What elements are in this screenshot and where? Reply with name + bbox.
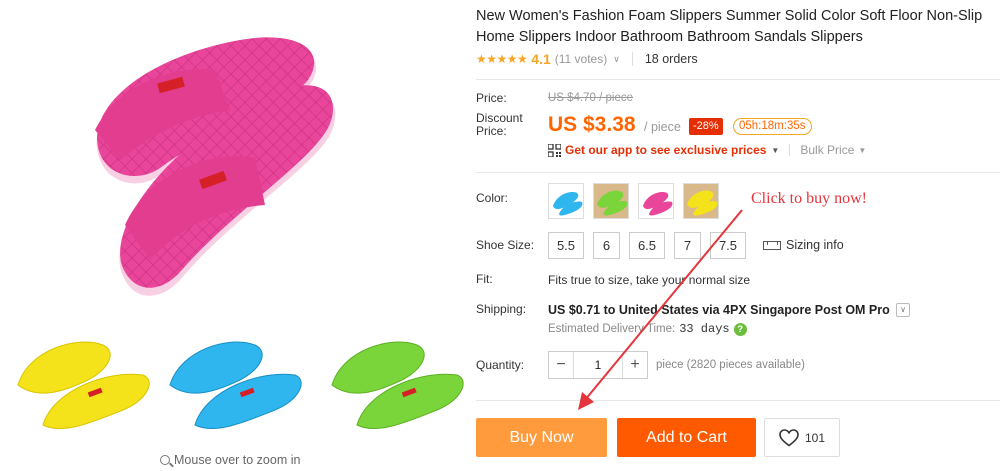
shoe-size-label: Shoe Size:	[476, 238, 535, 252]
sizing-info-link[interactable]: Sizing info	[763, 238, 844, 252]
fit-text: Fits true to size, take your normal size	[548, 273, 751, 287]
divider	[789, 144, 791, 156]
chevron-down-icon[interactable]: ∨	[896, 303, 910, 317]
main-product-image[interactable]	[40, 10, 340, 300]
caret-down-icon[interactable]: ▼	[858, 146, 866, 155]
product-info: New Women's Fashion Foam Slippers Summer…	[463, 0, 1000, 471]
add-to-cart-button[interactable]: Add to Cart	[617, 418, 756, 457]
bulk-price-link[interactable]: Bulk Price	[800, 143, 854, 157]
color-swatch-image	[594, 184, 628, 218]
pieces-available: piece (2820 pieces available)	[656, 359, 805, 371]
color-swatch-image	[684, 184, 718, 218]
divider	[476, 79, 1000, 80]
votes-link[interactable]: (11 votes)	[555, 52, 607, 66]
rating-row: ★★★★★ 4.1 (11 votes) ∨ 18 orders	[476, 50, 698, 68]
quantity-decrease-button[interactable]: −	[549, 352, 573, 378]
original-price: US $4.70 / piece	[548, 92, 634, 104]
sale-price: US $3.38	[548, 113, 636, 136]
price-label: Price:	[476, 91, 507, 105]
rating-value: 4.1	[531, 51, 551, 67]
countdown-timer: 05h:18m:35s	[733, 118, 812, 135]
color-option-green[interactable]	[593, 183, 629, 219]
quantity-label: Quantity:	[476, 358, 525, 372]
wishlist-count: 101	[804, 430, 826, 445]
rating-stars-icon: ★★★★★	[476, 52, 528, 66]
wishlist-button[interactable]: 101	[764, 418, 840, 457]
size-option[interactable]: 6.5	[629, 232, 665, 259]
color-label: Color:	[476, 191, 509, 205]
quantity-input[interactable]: 1	[573, 352, 623, 378]
color-swatch-image	[643, 192, 673, 216]
ruler-icon	[763, 240, 781, 250]
orders-count: 18 orders	[644, 52, 698, 66]
magnifier-icon	[160, 455, 170, 465]
chevron-down-icon[interactable]: ∨	[613, 54, 620, 65]
fit-label: Fit:	[476, 272, 493, 286]
delivery-days: 33 days	[679, 322, 730, 336]
size-option[interactable]: 5.5	[548, 232, 584, 259]
delivery-label: Estimated Delivery Time:	[548, 323, 676, 335]
divider	[631, 52, 633, 66]
color-option-yellow[interactable]	[683, 183, 719, 219]
help-icon[interactable]: ?	[733, 322, 747, 336]
product-title: New Women's Fashion Foam Slippers Summer…	[476, 8, 983, 45]
heart-icon	[779, 428, 799, 447]
zoom-hint: Mouse over to zoom in	[160, 453, 300, 467]
color-option-pink[interactable]	[638, 183, 674, 219]
shipping-option[interactable]: US $0.71 to United States via 4PX Singap…	[548, 303, 890, 317]
divider	[476, 172, 1000, 173]
size-option[interactable]: 7	[674, 232, 701, 259]
qr-code-icon	[548, 143, 561, 157]
discount-badge: -28%	[689, 118, 723, 135]
thumbnail-green[interactable]	[322, 330, 472, 435]
quantity-stepper: − 1 +	[548, 351, 648, 379]
product-gallery: Mouse over to zoom in	[0, 0, 464, 471]
quantity-increase-button[interactable]: +	[623, 352, 647, 378]
sizing-info-label: Sizing info	[786, 238, 844, 252]
buy-now-callout: Click to buy now!	[751, 190, 867, 207]
app-promo-row: Get our app to see exclusive prices ▼ Bu…	[548, 142, 866, 158]
delivery-estimate: Estimated Delivery Time: 33 days ?	[548, 322, 747, 336]
zoom-hint-text: Mouse over to zoom in	[174, 453, 301, 467]
discount-price-label: Discount Price:	[476, 111, 523, 138]
shipping-label: Shipping:	[476, 302, 527, 316]
color-swatch-image	[553, 192, 583, 216]
color-option-blue[interactable]	[548, 183, 584, 219]
thumbnail-yellow[interactable]	[8, 330, 158, 435]
app-promo-link[interactable]: Get our app to see exclusive prices	[565, 143, 766, 157]
price-unit: / piece	[644, 120, 681, 134]
size-option[interactable]: 7.5	[710, 232, 746, 259]
size-option[interactable]: 6	[593, 232, 620, 259]
buy-now-button[interactable]: Buy Now	[476, 418, 607, 457]
thumbnail-blue[interactable]	[160, 330, 310, 435]
divider	[476, 400, 1000, 401]
caret-down-icon[interactable]: ▼	[771, 146, 779, 155]
